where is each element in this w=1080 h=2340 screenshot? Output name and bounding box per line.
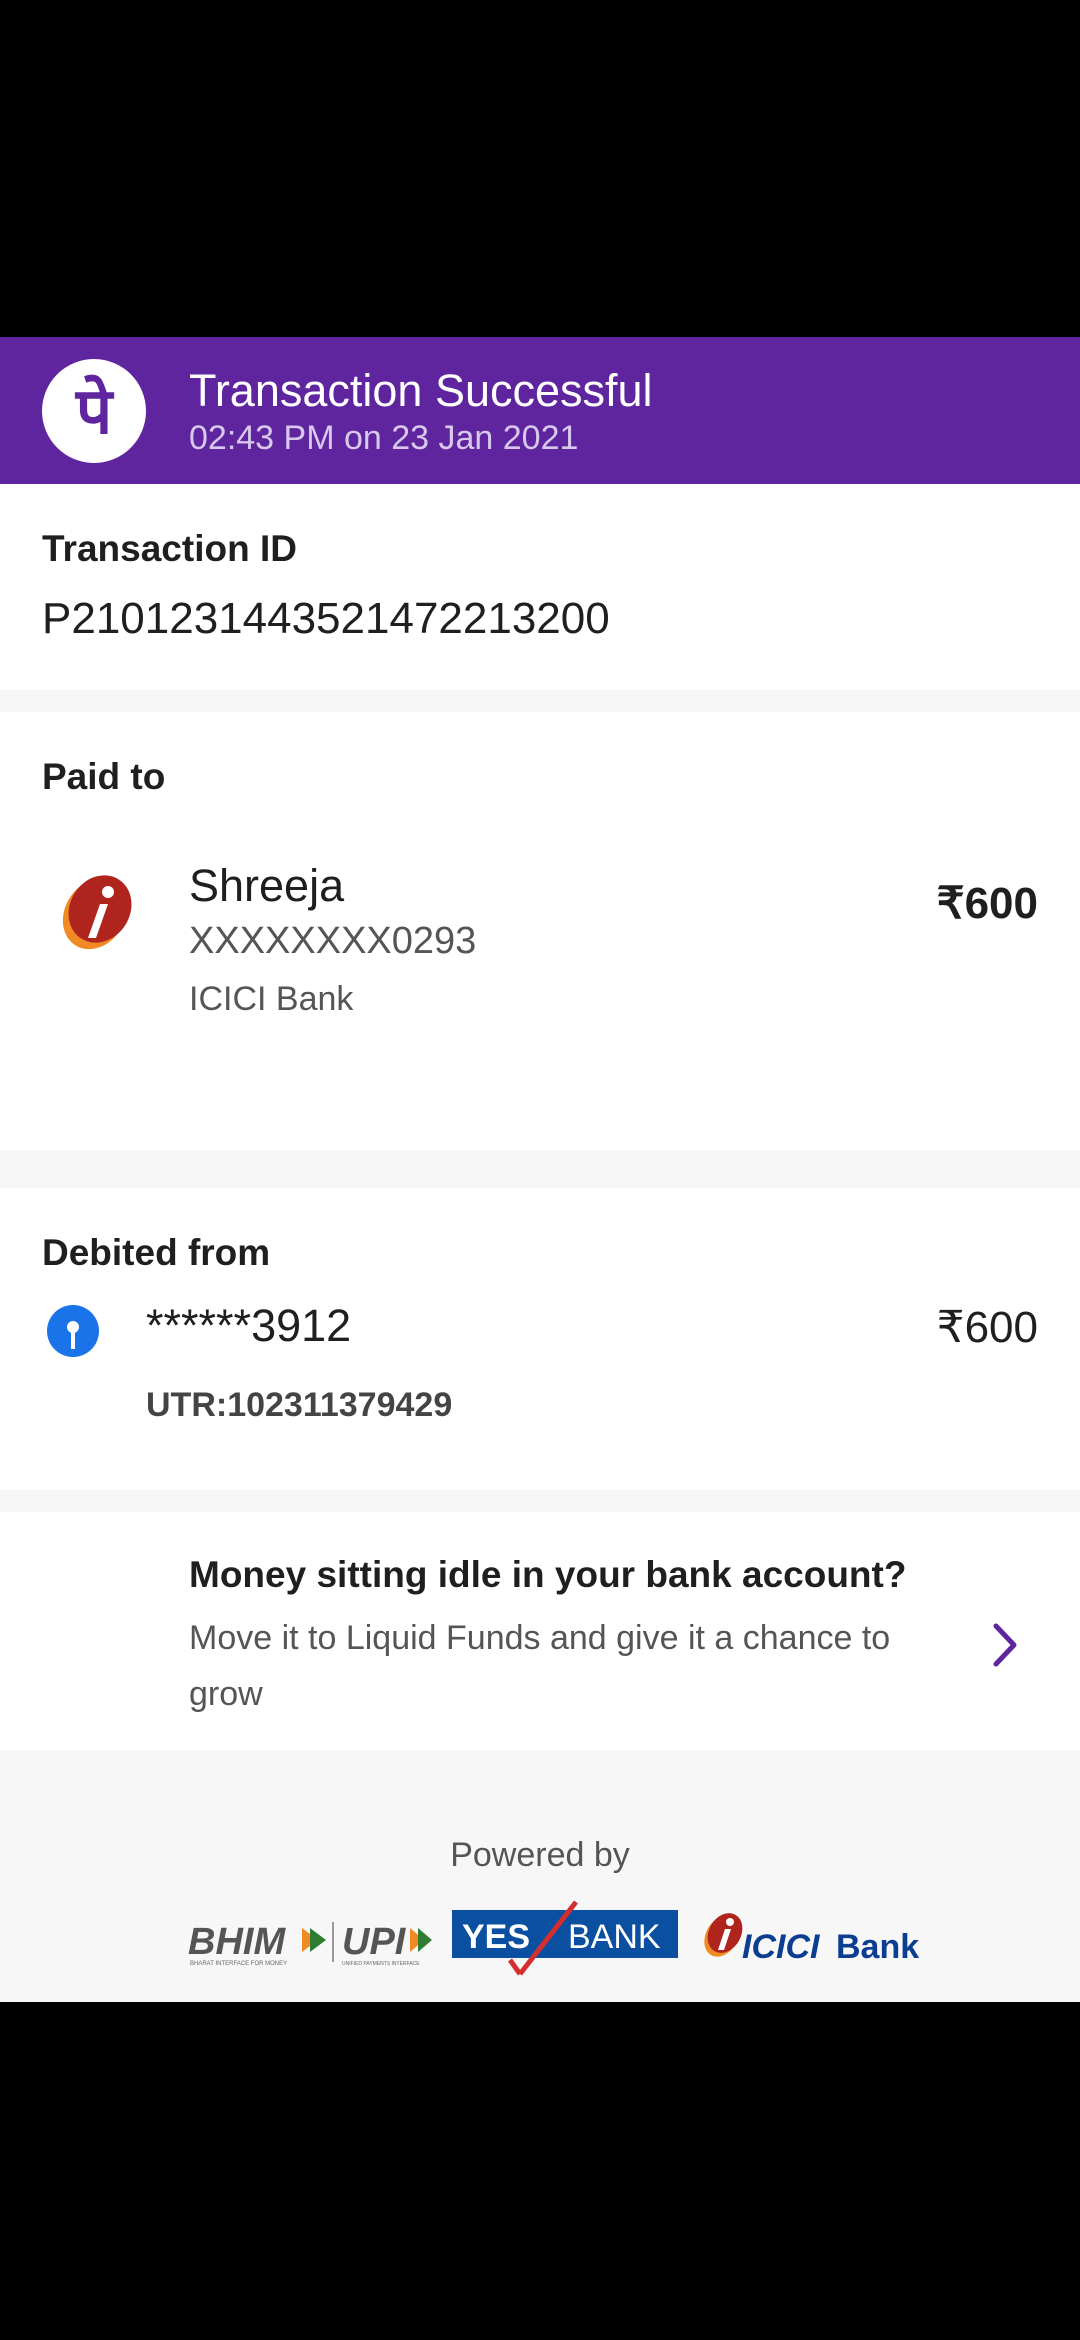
bhim-tagline: BHARAT INTERFACE FOR MONEY bbox=[190, 1961, 287, 1967]
bank-text: BANK bbox=[568, 1918, 661, 1956]
debit-account: ******3912 bbox=[146, 1300, 352, 1351]
upi-text: UPI bbox=[342, 1921, 407, 1963]
payee-account: XXXXXXXX0293 bbox=[189, 920, 477, 962]
bhim-text: BHIM bbox=[188, 1921, 286, 1963]
sbi-logo-icon bbox=[47, 1305, 99, 1357]
phonepe-logo-glyph: पे bbox=[75, 375, 113, 447]
content-area: Transaction ID P2101231443521472213200 P… bbox=[0, 484, 1080, 2002]
payee-bank: ICICI Bank bbox=[189, 980, 354, 1018]
transaction-id-label: Transaction ID bbox=[42, 528, 297, 569]
yes-bank-logo: YES BANK bbox=[452, 1900, 678, 1976]
icici-text: ICICI bbox=[742, 1928, 821, 1966]
transaction-header: पे Transaction Successful 02:43 PM on 23… bbox=[0, 337, 1080, 484]
header-title: Transaction Successful bbox=[189, 365, 653, 416]
icici-logo-icon bbox=[62, 875, 132, 950]
promo-title: Money sitting idle in your bank account? bbox=[189, 1554, 907, 1595]
transaction-id-value[interactable]: P2101231443521472213200 bbox=[42, 594, 610, 644]
paid-amount: ₹600 bbox=[936, 879, 1038, 928]
utr-number[interactable]: UTR:102311379429 bbox=[146, 1386, 452, 1425]
icici-bank-text: Bank bbox=[836, 1928, 919, 1966]
bhim-logo: BHIM BHARAT INTERFACE FOR MONEY bbox=[188, 1921, 326, 1967]
promo-description: Move it to Liquid Funds and give it a ch… bbox=[189, 1619, 891, 1713]
icici-bank-logo: ICICI Bank bbox=[704, 1913, 919, 1966]
debited-from-label: Debited from bbox=[42, 1232, 271, 1273]
chevron-right-icon[interactable] bbox=[988, 1620, 1024, 1670]
liquid-funds-promo[interactable]: Money sitting idle in your bank account?… bbox=[0, 1512, 1080, 1750]
status-bar-area bbox=[0, 0, 1080, 337]
yes-text: YES bbox=[462, 1918, 530, 1956]
paid-to-card[interactable]: Paid to Shreeja XXXXXXXX0293 ICICI Bank … bbox=[0, 712, 1080, 1150]
powered-by-label: Powered by bbox=[450, 1836, 630, 1874]
debited-from-card[interactable]: Debited from ******3912 UTR:102311379429… bbox=[0, 1188, 1080, 1490]
payee-name: Shreeja bbox=[189, 860, 345, 911]
navigation-bar-area bbox=[0, 2002, 1080, 2340]
header-timestamp: 02:43 PM on 23 Jan 2021 bbox=[189, 419, 579, 457]
debited-amount: ₹600 bbox=[936, 1303, 1038, 1352]
upi-tagline: UNIFIED PAYMENTS INTERFACE bbox=[342, 1961, 420, 1967]
phonepe-logo-icon: पे bbox=[42, 359, 146, 463]
partner-logos: BHIM BHARAT INTERFACE FOR MONEY UPI UNIF… bbox=[188, 1900, 919, 1976]
transaction-id-card[interactable]: Transaction ID P2101231443521472213200 bbox=[0, 484, 1080, 690]
upi-logo: UPI UNIFIED PAYMENTS INTERFACE bbox=[342, 1921, 432, 1967]
paid-to-label: Paid to bbox=[42, 756, 166, 797]
